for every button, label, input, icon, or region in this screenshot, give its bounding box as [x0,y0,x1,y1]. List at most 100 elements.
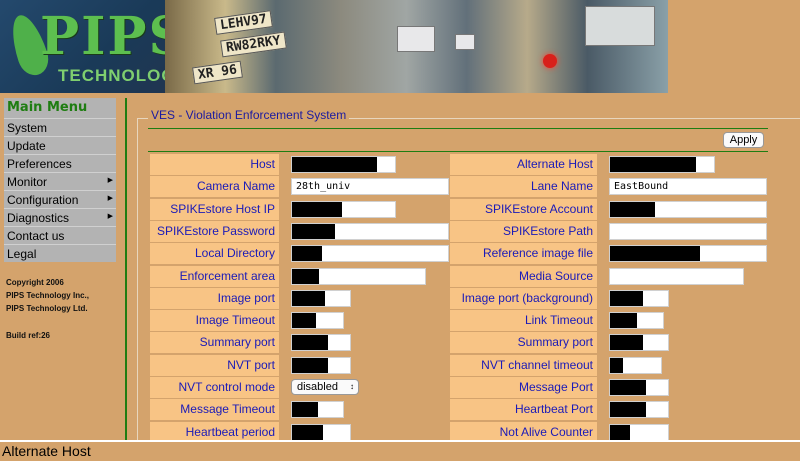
spikestore-path-label: SPIKEstore Path [450,220,597,242]
message-port-label: Message Port [450,377,597,398]
input-value: EastBound [614,181,669,193]
menu-item-label: Configuration [7,193,79,207]
redaction-bar [610,157,696,172]
camera-name-label: Camera Name [150,176,279,198]
traffic-light-icon [543,54,557,68]
form-row: Enforcement area Media Source [150,265,770,287]
message-port-input[interactable] [609,379,669,396]
sidebar-divider [125,98,127,440]
summary-port-background-input[interactable] [609,334,669,352]
redaction-bar [292,402,318,418]
spikestore-password-label: SPIKEstore Password [150,220,279,242]
heartbeat-port-input[interactable] [609,401,669,419]
menu-item-label: Preferences [7,157,72,171]
main-menu-title: Main Menu [4,98,116,118]
heartbeat-period-input[interactable] [291,423,351,441]
enforcement-area-input[interactable] [291,267,426,285]
host-label: Host [150,154,279,175]
lane-name-input[interactable]: EastBound [609,178,767,196]
spikestore-account-input[interactable] [609,200,767,218]
not-alive-counter-input[interactable] [609,423,669,441]
form-row: Image port Image port (background) [150,287,770,309]
copyright-line: Copyright 2006 [6,278,64,287]
menu-item-update[interactable]: Update [4,136,116,154]
spikestore-host-ip-input[interactable] [291,200,396,218]
apply-button[interactable]: Apply [723,132,764,148]
form-row: Message Timeout Heartbeat Port [150,399,770,421]
redaction-bar [610,290,643,306]
spikestore-path-input[interactable] [609,222,767,240]
menu-item-label: Contact us [7,229,65,243]
redaction-bar [292,201,342,217]
copyright-notice: Copyright 2006 PIPS Technology Inc., PIP… [4,276,116,315]
menu-item-legal[interactable]: Legal [4,244,116,262]
summary-port-background-label: Summary port (background) [450,332,597,370]
nvt-control-mode-select[interactable]: disabled ↕ [291,379,359,395]
redaction-bar [610,313,637,329]
menu-item-label: Diagnostics [7,211,70,225]
local-directory-input[interactable] [291,245,449,263]
form-row: SPIKEstore Host IP SPIKEstore Account [150,198,770,220]
media-source-label: Media Source [450,265,597,287]
license-plate-image: LEHV97 [214,10,273,35]
redaction-bar [292,157,377,172]
menu-item-preferences[interactable]: Preferences [4,154,116,172]
camera-name-input[interactable]: 28th_univ [291,178,449,196]
form-row: SPIKEstore Password SPIKEstore Path [150,220,770,242]
form-row: Image Timeout Link Timeout [150,310,770,332]
image-port-background-label: Image port (background) [450,287,597,309]
redaction-bar [292,290,325,306]
alternate-host-input[interactable] [609,156,715,173]
image-port-label: Image port [150,287,279,309]
ves-legend: VES - Violation Enforcement System [148,108,350,122]
header-rule [148,151,768,152]
enforcement-area-label: Enforcement area [150,265,279,287]
media-source-input[interactable] [609,267,744,285]
reference-image-file-label: Reference image file [450,243,597,265]
sidebar: Main Menu System Update Preferences Monitor… [4,98,116,340]
redaction-bar [610,246,700,262]
header-rule [148,128,768,129]
license-plate-image: RW82RKY [220,31,287,58]
summary-port-input[interactable] [291,334,351,352]
message-timeout-label: Message Timeout [150,399,279,421]
redaction-bar [292,335,328,351]
car-image [455,34,475,50]
form-row: NVT port NVT channel timeout [150,354,770,376]
menu-item-system[interactable]: System [4,118,116,136]
nvt-control-mode-label: NVT control mode [150,377,279,398]
nvt-port-input[interactable] [291,356,351,374]
copyright-line: PIPS Technology Inc., [6,291,89,300]
image-port-background-input[interactable] [609,289,669,307]
alternate-host-label: Alternate Host [450,154,597,175]
redaction-bar [292,268,319,284]
copyright-line: PIPS Technology Ltd. [6,304,88,313]
submenu-arrow-icon: ▶ [107,213,113,220]
spikestore-host-ip-label: SPIKEstore Host IP [150,198,279,220]
message-timeout-input[interactable] [291,401,344,419]
menu-item-label: Update [7,139,46,153]
spikestore-account-label: SPIKEstore Account [450,198,597,220]
logo-area: PIPS TECHNOLOGY [0,0,187,93]
menu-item-contact-us[interactable]: Contact us [4,226,116,244]
form-row: Host Alternate Host [150,154,770,175]
menu-item-configuration[interactable]: Configuration ▶ [4,190,116,208]
lane-name-label: Lane Name [450,176,597,198]
menu-item-diagnostics[interactable]: Diagnostics ▶ [4,208,116,226]
link-timeout-input[interactable] [609,312,664,330]
redaction-bar [610,380,646,395]
nvt-channel-timeout-input[interactable] [609,356,662,374]
form-row: NVT control mode disabled ↕ Message Port [150,377,770,398]
menu-item-monitor[interactable]: Monitor ▶ [4,172,116,190]
reference-image-file-input[interactable] [609,245,767,263]
host-input[interactable] [291,156,396,173]
banner-photo-collage: LEHV97 RW82RKY XR 96 [165,0,668,93]
redaction-bar [610,335,643,351]
spikestore-password-input[interactable] [291,222,449,240]
redaction-bar [610,201,655,217]
status-bar: Alternate Host [0,440,800,461]
image-port-input[interactable] [291,289,351,307]
submenu-arrow-icon: ▶ [107,177,113,184]
menu-item-label: Monitor [7,175,48,189]
image-timeout-input[interactable] [291,312,344,330]
